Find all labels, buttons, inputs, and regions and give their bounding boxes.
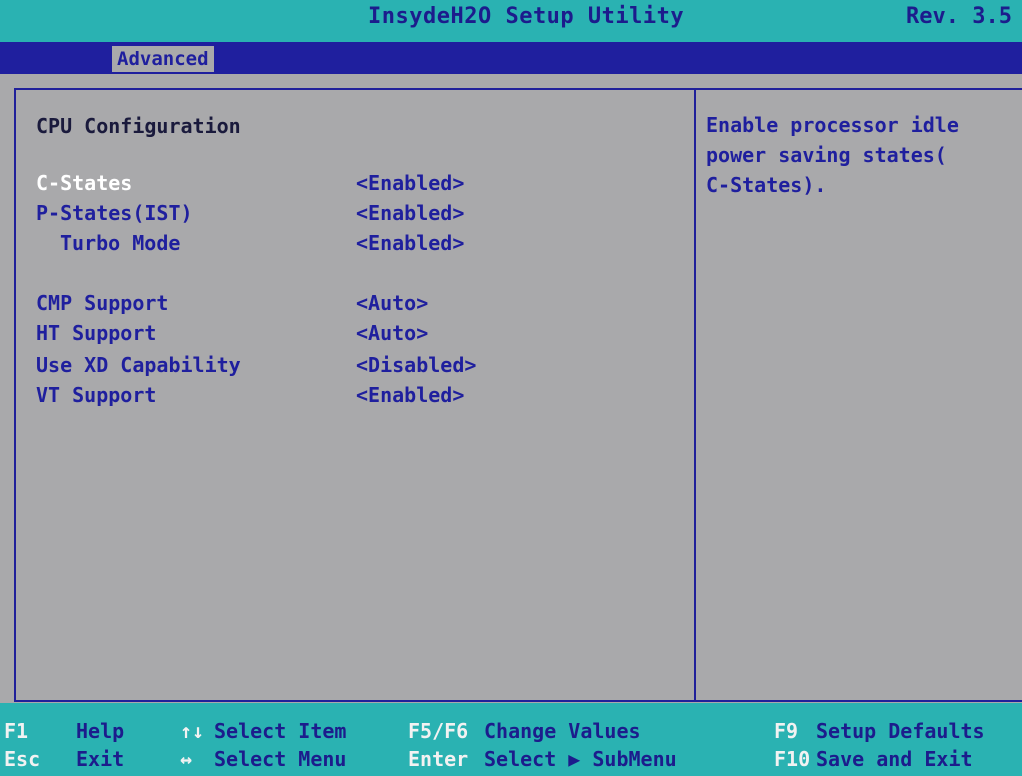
help-divider — [694, 88, 696, 702]
help-hint: Help — [76, 719, 125, 743]
key-help-footer: F1 Help ↑↓ Select Item F5/F6 Change Valu… — [0, 703, 1022, 776]
f10-key: F10 — [774, 747, 811, 771]
setting-row-xd-capability[interactable]: Use XD Capability <Disabled> — [36, 350, 676, 380]
f9-key: F9 — [774, 719, 799, 743]
setting-label: VT Support — [36, 383, 157, 407]
setting-row-cmp-support[interactable]: CMP Support <Auto> — [36, 288, 676, 318]
title-bar: InsydeH2O Setup Utility Rev. 3.5 — [0, 0, 1022, 42]
f5-f6-key: F5/F6 — [408, 719, 469, 743]
revision-label: Rev. 3.5 — [906, 4, 1012, 29]
setting-label: Turbo Mode — [60, 231, 181, 255]
setting-value[interactable]: <Enabled> — [356, 380, 464, 410]
select-submenu-hint: Select ▶ SubMenu — [484, 747, 677, 771]
frame-left-border — [14, 88, 16, 702]
setting-row-turbo-mode[interactable]: Turbo Mode <Enabled> — [36, 228, 676, 258]
frame-bottom-border — [14, 700, 1022, 702]
help-panel: Enable processor idle power saving state… — [706, 110, 1006, 200]
save-and-exit-hint: Save and Exit — [816, 747, 973, 771]
setting-label: Use XD Capability — [36, 353, 241, 377]
setup-defaults-hint: Setup Defaults — [816, 719, 985, 743]
setting-value[interactable]: <Enabled> — [356, 168, 464, 198]
change-values-hint: Change Values — [484, 719, 641, 743]
exit-hint: Exit — [76, 747, 125, 771]
setting-label: HT Support — [36, 321, 157, 345]
setting-label: C-States — [36, 171, 133, 195]
menu-bar: Advanced — [0, 42, 1022, 74]
setting-value[interactable]: <Auto> — [356, 318, 428, 348]
frame-top-border — [14, 88, 1022, 90]
setting-value[interactable]: <Auto> — [356, 288, 428, 318]
section-title: CPU Configuration — [36, 114, 241, 138]
setting-row-c-states[interactable]: C-States <Enabled> — [36, 168, 676, 198]
select-item-hint: Select Item — [214, 719, 347, 743]
select-menu-hint: Select Menu — [214, 747, 347, 771]
app-title: InsydeH2O Setup Utility — [368, 4, 685, 29]
help-line: Enable processor idle — [706, 113, 959, 137]
setting-row-ht-support[interactable]: HT Support <Auto> — [36, 318, 676, 348]
help-line: power saving states( — [706, 143, 947, 167]
enter-key: Enter — [408, 747, 469, 771]
setting-row-vt-support[interactable]: VT Support <Enabled> — [36, 380, 676, 410]
left-right-arrows-icon: ↔ — [180, 747, 193, 771]
tab-advanced[interactable]: Advanced — [112, 46, 214, 72]
setting-row-p-states[interactable]: P-States(IST) <Enabled> — [36, 198, 676, 228]
setting-value[interactable]: <Enabled> — [356, 198, 464, 228]
f1-key: F1 — [4, 719, 29, 743]
setting-label: P-States(IST) — [36, 201, 193, 225]
setting-value[interactable]: <Enabled> — [356, 228, 464, 258]
setting-value[interactable]: <Disabled> — [356, 350, 476, 380]
esc-key: Esc — [4, 747, 41, 771]
up-down-arrows-icon: ↑↓ — [180, 719, 205, 743]
setting-label: CMP Support — [36, 291, 169, 315]
help-line: C-States). — [706, 173, 827, 197]
